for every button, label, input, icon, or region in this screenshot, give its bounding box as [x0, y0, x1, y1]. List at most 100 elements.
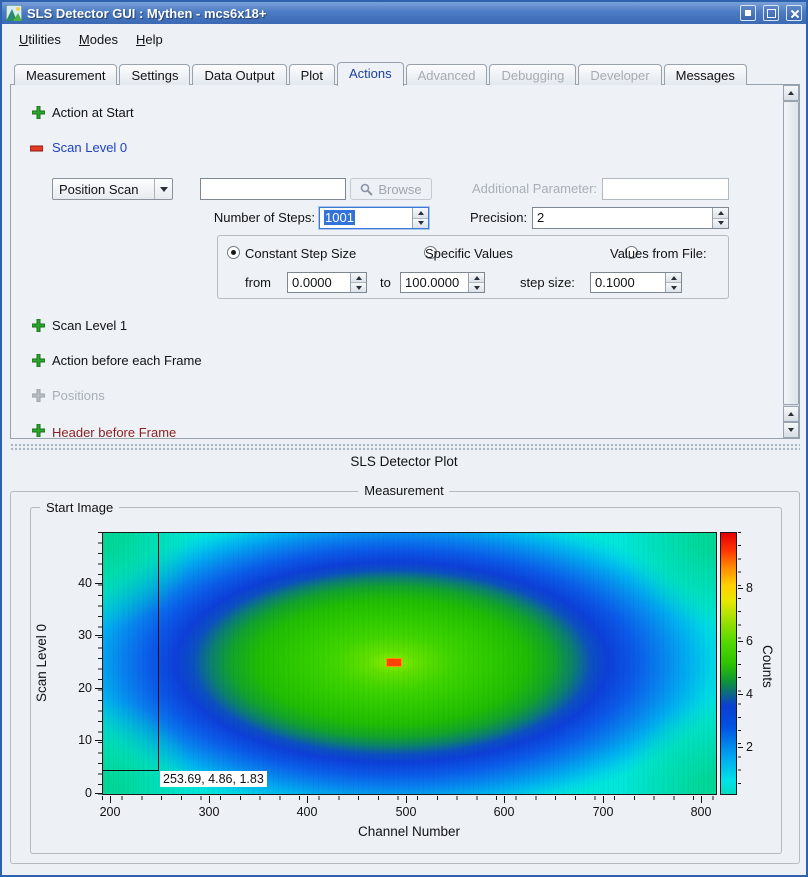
scan-mode-selected: Position Scan	[59, 182, 139, 197]
action-at-start-label: Action at Start	[52, 105, 134, 120]
y-tick-label: 30	[62, 628, 92, 642]
x-tick-mark	[307, 796, 308, 803]
colorbar-tick-mark	[738, 694, 743, 695]
minimize-button[interactable]	[740, 5, 756, 21]
browse-label: Browse	[378, 182, 421, 197]
scroll-up-button[interactable]	[783, 85, 799, 101]
x-tick-mark	[406, 796, 407, 803]
radio-specific-label: Specific Values	[425, 246, 513, 261]
to-value: 100.0000	[405, 275, 459, 290]
tab-messages[interactable]: Messages	[664, 64, 747, 85]
menubar: Utilities Modes Help	[4, 26, 804, 52]
steps-spin-down-button[interactable]	[413, 219, 428, 229]
tab-actions[interactable]: Actions	[337, 62, 404, 86]
add-icon[interactable]	[32, 106, 45, 119]
add-icon-disabled	[32, 389, 45, 402]
precision-spinbox[interactable]: 2	[532, 207, 729, 229]
heatmap-canvas[interactable]: 253.69, 4.86, 1.83	[102, 532, 717, 795]
x-tick-mark	[603, 796, 604, 803]
steps-spin-up-button[interactable]	[413, 208, 428, 219]
step-spin-up-button[interactable]	[666, 273, 681, 283]
to-label: to	[380, 275, 391, 290]
scroll-up-button-2[interactable]	[783, 406, 799, 422]
radio-constant-label: Constant Step Size	[245, 246, 356, 261]
radio-constant-step-size[interactable]	[227, 246, 240, 259]
actions-tab-panel: Action at Start Scan Level 0 Position Sc…	[10, 84, 800, 439]
x-axis-title: Channel Number	[309, 824, 509, 839]
to-spin-down-button[interactable]	[469, 283, 484, 292]
x-tick-label: 700	[583, 805, 623, 819]
additional-parameter-input[interactable]	[602, 178, 729, 200]
precision-value: 2	[537, 210, 544, 225]
maximize-button[interactable]	[763, 5, 779, 21]
scan-level-0-label: Scan Level 0	[52, 140, 127, 155]
zoom-selection-rect	[103, 533, 159, 771]
scrollbar-thumb[interactable]	[783, 101, 799, 405]
remove-icon[interactable]	[30, 142, 43, 155]
y-tick-label: 10	[62, 733, 92, 747]
menu-help[interactable]: Help	[127, 28, 172, 51]
peak-marker	[386, 658, 402, 667]
colorbar-tick-mark	[738, 588, 743, 589]
to-spin-up-button[interactable]	[469, 273, 484, 283]
from-spin-up-button[interactable]	[351, 273, 366, 283]
colorbar-title: Counts	[757, 626, 775, 706]
titlebar[interactable]: SLS Detector GUI : Mythen - mcs6x18+	[2, 2, 806, 24]
splitter-handle[interactable]	[10, 443, 800, 452]
y-axis-title: Scan Level 0	[34, 610, 52, 716]
scan-script-input[interactable]	[200, 178, 346, 200]
tab-settings[interactable]: Settings	[119, 64, 190, 85]
measurement-group-title: Measurement	[358, 483, 449, 498]
menu-utilities[interactable]: Utilities	[10, 28, 70, 51]
browse-button: Browse	[350, 178, 432, 200]
colorbar-tick-mark	[738, 641, 743, 642]
to-spinbox[interactable]: 100.0000	[400, 272, 485, 293]
precision-spin-down-button[interactable]	[713, 219, 728, 229]
minimize-icon	[745, 10, 751, 16]
additional-parameter-label: Additional Parameter:	[472, 181, 597, 196]
precision-spin-up-button[interactable]	[713, 208, 728, 219]
tab-debugging: Debugging	[489, 64, 576, 85]
maximize-icon	[767, 9, 776, 18]
colorbar-tick-label: 8	[746, 581, 764, 595]
cursor-readout: 253.69, 4.86, 1.83	[160, 771, 267, 787]
x-tick-mark	[110, 796, 111, 803]
tab-plot[interactable]: Plot	[289, 64, 335, 85]
number-of-steps-spinbox[interactable]: 1001	[319, 207, 429, 229]
header-before-frame-label: Header before Frame	[52, 425, 176, 439]
x-tick-mark	[701, 796, 702, 803]
combo-dropdown-arrow[interactable]	[154, 179, 172, 199]
add-icon[interactable]	[32, 319, 45, 332]
step-spin-down-button[interactable]	[666, 283, 681, 292]
x-tick-label: 500	[386, 805, 426, 819]
colorbar	[720, 532, 737, 795]
scan-mode-select[interactable]: Position Scan	[52, 178, 173, 200]
x-tick-label: 200	[90, 805, 130, 819]
add-icon[interactable]	[32, 354, 45, 367]
tab-measurement[interactable]: Measurement	[14, 64, 117, 85]
x-tick-mark	[504, 796, 505, 803]
number-of-steps-value: 1001	[324, 210, 355, 225]
scroll-down-button[interactable]	[783, 422, 799, 438]
colorbar-tick-label: 2	[746, 740, 764, 754]
start-image-group-title: Start Image	[40, 500, 119, 515]
step-size-value: 0.1000	[595, 275, 635, 290]
x-tick-label: 600	[484, 805, 524, 819]
add-icon[interactable]	[32, 424, 45, 437]
step-size-spinbox[interactable]: 0.1000	[590, 272, 682, 293]
close-button[interactable]	[786, 5, 802, 21]
radio-file-label: Values from File:	[610, 246, 707, 261]
from-spinbox[interactable]: 0.0000	[287, 272, 367, 293]
step-size-label: step size:	[520, 275, 575, 290]
from-spin-down-button[interactable]	[351, 283, 366, 292]
plot-panel-title: SLS Detector Plot	[2, 454, 806, 469]
tabbar: Measurement Settings Data Output Plot Ac…	[14, 61, 749, 85]
y-tick-label: 40	[62, 576, 92, 590]
tab-data-output[interactable]: Data Output	[192, 64, 286, 85]
tab-advanced: Advanced	[406, 64, 488, 85]
menu-modes[interactable]: Modes	[70, 28, 127, 51]
x-tick-label: 400	[287, 805, 327, 819]
app-window: SLS Detector GUI : Mythen - mcs6x18+ Uti…	[0, 0, 808, 877]
y-tick-label: 20	[62, 681, 92, 695]
positions-label: Positions	[52, 388, 105, 403]
